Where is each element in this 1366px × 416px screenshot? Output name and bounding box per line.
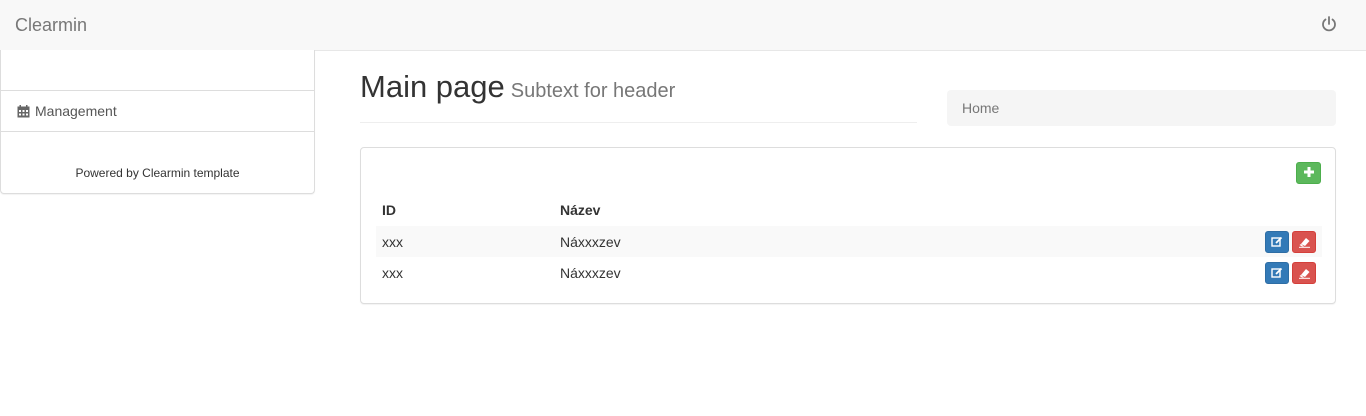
column-header-id[interactable]: ID — [376, 193, 554, 226]
table-row: xxx Náxxxzev — [376, 257, 1322, 288]
add-button[interactable] — [1296, 162, 1321, 184]
delete-button[interactable] — [1292, 230, 1316, 253]
edit-button[interactable] — [1265, 230, 1289, 253]
breadcrumb-item-home[interactable]: Home — [962, 100, 999, 116]
sidebar: Management Powered by Clearmin template — [0, 50, 315, 194]
page-title: Main page — [360, 69, 505, 104]
table-header-row: ID Název — [376, 193, 1322, 226]
row-actions — [956, 226, 1322, 257]
breadcrumb: Home — [947, 90, 1336, 126]
row-actions — [957, 257, 1322, 288]
column-header-name[interactable]: Název — [554, 193, 957, 226]
edit-icon — [1271, 236, 1283, 247]
brand-logo[interactable]: Clearmin — [15, 15, 87, 35]
sidebar-item-label: Management — [35, 103, 117, 119]
cell-id: xxx — [382, 264, 403, 281]
sidebar-top — [1, 50, 314, 91]
calendar-icon — [17, 104, 30, 118]
edit-button[interactable] — [1265, 261, 1289, 284]
table-row: xxx Náxxxzev — [376, 226, 1322, 257]
sidebar-item-management[interactable]: Management — [1, 91, 314, 132]
sidebar-footer: Powered by Clearmin template — [75, 166, 240, 180]
eraser-icon — [1298, 237, 1310, 248]
edit-icon — [1271, 267, 1283, 278]
content-panel: ID Název xxx Náxxxzev xxx Náxxxzev — [360, 147, 1336, 304]
column-header-actions — [957, 193, 1322, 226]
top-navbar: Clearmin — [0, 0, 1366, 51]
page-header: Main page Subtext for header — [360, 70, 917, 123]
page-subtitle: Subtext for header — [510, 80, 676, 102]
eraser-icon — [1298, 268, 1310, 279]
power-icon[interactable] — [1320, 15, 1338, 33]
delete-button[interactable] — [1292, 261, 1316, 284]
cell-name: Náxxxzev — [554, 226, 957, 257]
cell-name: Náxxxzev — [560, 264, 621, 281]
plus-icon — [1303, 165, 1315, 181]
data-table: ID Název xxx Náxxxzev xxx Náxxxzev — [376, 193, 1322, 288]
cell-id: xxx — [376, 226, 554, 257]
